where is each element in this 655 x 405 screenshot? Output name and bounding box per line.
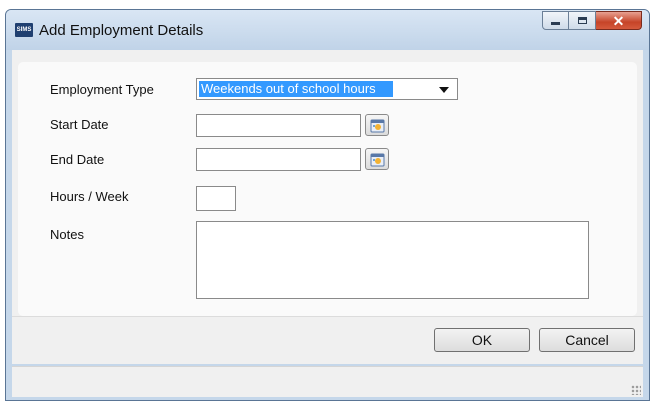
hours-week-input[interactable] [196,186,236,211]
employment-type-select[interactable]: Weekends out of school hours [196,78,458,100]
calendar-icon [370,119,385,133]
minimize-button[interactable] [542,11,569,30]
cancel-button[interactable]: Cancel [539,328,635,352]
form-panel: Employment Type Weekends out of school h… [18,62,637,316]
employment-type-label: Employment Type [50,82,154,97]
end-date-input[interactable] [196,148,361,171]
maximize-icon [577,17,587,24]
chevron-down-icon[interactable] [439,87,449,93]
window-controls: ✕ [542,11,642,30]
start-date-input[interactable] [196,114,361,137]
dialog-content: Employment Type Weekends out of school h… [12,50,643,364]
end-date-label: End Date [50,152,105,167]
calendar-icon [370,153,385,167]
status-bar [12,366,643,397]
ok-button[interactable]: OK [434,328,530,352]
sims-logo-icon: SIMS [15,23,33,37]
resize-grip-icon[interactable] [631,385,641,395]
footer-divider [12,316,643,317]
employment-type-value: Weekends out of school hours [199,81,393,97]
maximize-button[interactable] [569,11,596,30]
minimize-icon [551,22,560,25]
notes-label: Notes [50,227,84,242]
dialog-window: SIMS Add Employment Details ✕ Employment… [5,9,650,401]
notes-textarea[interactable] [196,221,589,299]
title-bar[interactable]: SIMS Add Employment Details ✕ [6,10,649,50]
close-button[interactable]: ✕ [596,11,642,30]
end-date-calendar-button[interactable] [365,148,389,170]
close-icon: ✕ [612,12,625,29]
window-title: Add Employment Details [39,22,204,39]
hours-week-label: Hours / Week [50,189,129,204]
start-date-label: Start Date [50,117,109,132]
start-date-calendar-button[interactable] [365,114,389,136]
